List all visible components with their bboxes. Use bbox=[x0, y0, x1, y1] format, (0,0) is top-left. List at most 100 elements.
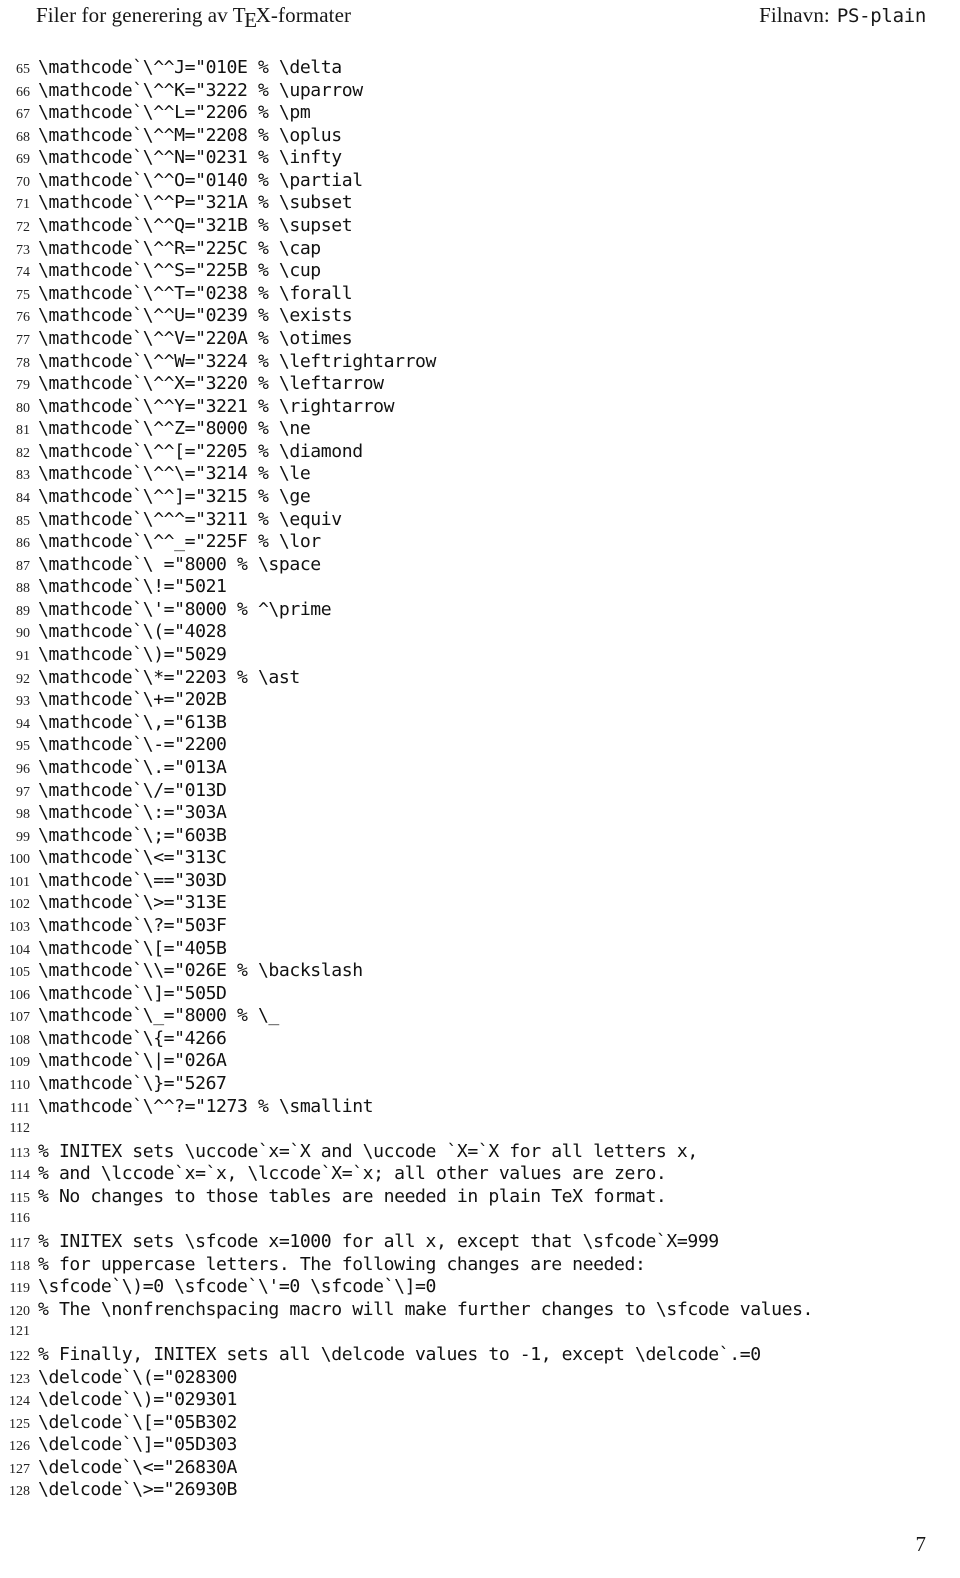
code-line: 87 \mathcode`\ ="8000 % \space bbox=[0, 554, 960, 577]
line-number: 104 bbox=[9, 942, 30, 958]
line-number: 80 bbox=[16, 400, 30, 416]
code-line: 81 \mathcode`\^^Z="8000 % \ne bbox=[0, 418, 960, 441]
code-text: \mathcode`\-="2200 bbox=[38, 734, 227, 756]
code-line: 94 \mathcode`\,="613B bbox=[0, 712, 960, 735]
code-line: 86 \mathcode`\^^_="225F % \lor bbox=[0, 531, 960, 554]
code-text: \mathcode`\!="5021 bbox=[38, 576, 227, 598]
code-line: 107 \mathcode`\_="8000 % \_ bbox=[0, 1005, 960, 1028]
line-number: 123 bbox=[9, 1371, 30, 1387]
line-number: 77 bbox=[16, 332, 30, 348]
code-text: \mathcode`\^^^="3211 % \equiv bbox=[38, 508, 342, 530]
code-line: 79 \mathcode`\^^X="3220 % \leftarrow bbox=[0, 373, 960, 396]
code-line: 120 % The \nonfrenchspacing macro will ma… bbox=[0, 1299, 960, 1322]
code-line: 68 \mathcode`\^^M="2208 % \oplus bbox=[0, 125, 960, 148]
line-number: 88 bbox=[16, 581, 30, 597]
code-line: 67 \mathcode`\^^L="2206 % \pm bbox=[0, 102, 960, 125]
code-line: 110 \mathcode`\}="5267 bbox=[0, 1073, 960, 1096]
line-number: 113 bbox=[9, 1145, 30, 1161]
line-number: 107 bbox=[9, 1010, 30, 1026]
code-line: 103 \mathcode`\?="503F bbox=[0, 915, 960, 938]
code-line: 80 \mathcode`\^^Y="3221 % \rightarrow bbox=[0, 396, 960, 419]
code-line: 73 \mathcode`\^^R="225C % \cap bbox=[0, 238, 960, 261]
code-text: \mathcode`\^^S="225B % \cup bbox=[38, 260, 321, 282]
code-line: 99 \mathcode`\;="603B bbox=[0, 825, 960, 848]
code-text: \mathcode`\:="303A bbox=[38, 802, 227, 824]
code-line: 115 % No changes to those tables are need… bbox=[0, 1186, 960, 1209]
code-text: \mathcode`\>="313E bbox=[38, 892, 227, 914]
code-text: \mathcode`\^^X="3220 % \leftarrow bbox=[38, 373, 384, 395]
code-line: 101 \mathcode`\=="303D bbox=[0, 870, 960, 893]
line-number: 87 bbox=[16, 558, 30, 574]
line-number: 102 bbox=[9, 897, 30, 913]
code-line: 76 \mathcode`\^^U="0239 % \exists bbox=[0, 305, 960, 328]
code-line: 77 \mathcode`\^^V="220A % \otimes bbox=[0, 328, 960, 351]
code-line: 126 \delcode`\]="05D303 bbox=[0, 1434, 960, 1457]
code-line: 92 \mathcode`\*="2203 % \ast bbox=[0, 667, 960, 690]
line-number: 86 bbox=[16, 536, 30, 552]
code-line: 128 \delcode`\>="26930B bbox=[0, 1479, 960, 1502]
line-number: 73 bbox=[16, 242, 30, 258]
code-text: \mathcode`\^^R="225C % \cap bbox=[38, 237, 321, 259]
code-line: 121 bbox=[0, 1321, 960, 1344]
code-text: \mathcode`\^^Z="8000 % \ne bbox=[38, 418, 311, 440]
line-number: 79 bbox=[16, 378, 30, 394]
code-text: \delcode`\<="26830A bbox=[38, 1456, 237, 1478]
code-text: \mathcode`\^^M="2208 % \oplus bbox=[38, 124, 342, 146]
code-text: \mathcode`\]="505D bbox=[38, 982, 227, 1004]
code-text: \mathcode`\/="013D bbox=[38, 779, 227, 801]
document-page: Filer for generering av TeX-formater Fil… bbox=[0, 0, 960, 1578]
line-number: 66 bbox=[16, 84, 30, 100]
code-text: \mathcode`\)="5029 bbox=[38, 644, 227, 666]
code-line: 90 \mathcode`\(="4028 bbox=[0, 621, 960, 644]
code-text: % INITEX sets \sfcode x=1000 for all x, … bbox=[38, 1231, 719, 1253]
line-number: 125 bbox=[9, 1416, 30, 1432]
code-text: \mathcode`\^^Y="3221 % \rightarrow bbox=[38, 395, 395, 417]
line-number: 76 bbox=[16, 310, 30, 326]
line-number: 65 bbox=[16, 62, 30, 77]
code-line: 85 \mathcode`\^^^="3211 % \equiv bbox=[0, 509, 960, 532]
line-number: 78 bbox=[16, 355, 30, 371]
line-number: 82 bbox=[16, 445, 30, 461]
code-text: \mathcode`\[="405B bbox=[38, 937, 227, 959]
code-line: 65 \mathcode`\^^J="010E % \delta bbox=[0, 57, 960, 80]
line-number: 120 bbox=[9, 1303, 30, 1319]
code-text: % No changes to those tables are needed … bbox=[38, 1185, 667, 1207]
code-text: \mathcode`\^^O="0140 % \partial bbox=[38, 169, 363, 191]
line-number: 92 bbox=[16, 671, 30, 687]
line-number: 84 bbox=[16, 490, 30, 506]
line-number: 72 bbox=[16, 220, 30, 236]
code-text: \delcode`\(="028300 bbox=[38, 1366, 237, 1388]
code-line: 116 bbox=[0, 1208, 960, 1231]
running-head-title: Filer for generering av TeX-formater bbox=[36, 0, 352, 32]
code-text: \mathcode`\}="5267 bbox=[38, 1073, 227, 1095]
code-text: % The \nonfrenchspacing macro will make … bbox=[38, 1298, 814, 1320]
code-line: 71 \mathcode`\^^P="321A % \subset bbox=[0, 192, 960, 215]
filename-label: Filnavn: bbox=[759, 3, 830, 27]
code-line: 122 % Finally, INITEX sets all \delcode v… bbox=[0, 1344, 960, 1367]
code-text: \mathcode`\^^W="3224 % \leftrightarrow bbox=[38, 350, 436, 372]
code-text: \mathcode`\'="8000 % ^\prime bbox=[38, 598, 332, 620]
line-number: 95 bbox=[16, 739, 30, 755]
code-text: \mathcode`\{="4266 bbox=[38, 1027, 227, 1049]
code-text: \mathcode`\^^J="010E % \delta bbox=[38, 57, 342, 78]
running-head-filename: Filnavn: PS-plain bbox=[759, 0, 926, 31]
code-line: 93 \mathcode`\+="202B bbox=[0, 689, 960, 712]
line-number: 99 bbox=[16, 829, 30, 845]
code-text: \mathcode`\_="8000 % \_ bbox=[38, 1005, 279, 1027]
line-number: 127 bbox=[9, 1461, 30, 1477]
line-number: 94 bbox=[16, 716, 30, 732]
line-number: 112 bbox=[9, 1121, 30, 1137]
code-line: 98 \mathcode`\:="303A bbox=[0, 802, 960, 825]
line-number: 81 bbox=[16, 423, 30, 439]
code-line: 70 \mathcode`\^^O="0140 % \partial bbox=[0, 170, 960, 193]
running-head-title-suffix: -formater bbox=[270, 3, 352, 27]
code-text: \sfcode`\)=0 \sfcode`\'=0 \sfcode`\]=0 bbox=[38, 1276, 436, 1298]
code-text: \mathcode`\^^]="3215 % \ge bbox=[38, 485, 311, 507]
line-number: 97 bbox=[16, 784, 30, 800]
code-line: 118 % for uppercase letters. The followin… bbox=[0, 1254, 960, 1277]
code-line: 119 \sfcode`\)=0 \sfcode`\'=0 \sfcode`\]=… bbox=[0, 1276, 960, 1299]
code-line: 117 % INITEX sets \sfcode x=1000 for all … bbox=[0, 1231, 960, 1254]
code-text: \mathcode`\^^K="3222 % \uparrow bbox=[38, 79, 363, 101]
line-number: 93 bbox=[16, 694, 30, 710]
code-line: 66 \mathcode`\^^K="3222 % \uparrow bbox=[0, 80, 960, 103]
